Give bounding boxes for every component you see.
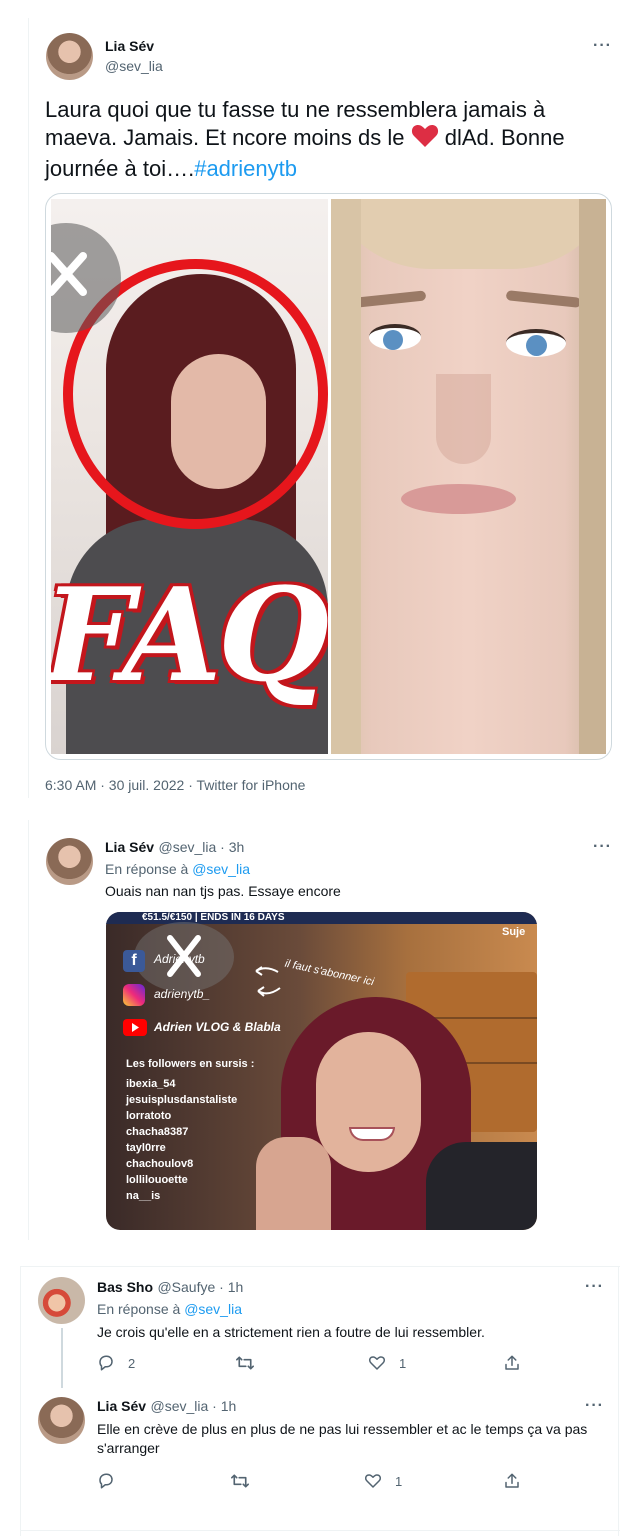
tweet-media[interactable]: FAQ [45,193,612,760]
hair-right [579,199,606,754]
followers-title: Les followers en sursis : [126,1058,255,1070]
lips [401,484,516,514]
eye-right [506,329,566,357]
author-name[interactable]: Lia Sév [105,839,154,855]
reply-text: Je crois qu'elle en a strictement rien a… [97,1324,485,1340]
author-handle-time[interactable]: @sev_lia · 3h [158,839,244,855]
eyebrow-right [505,290,582,308]
person-mouth [349,1127,395,1141]
thread-box-top [20,1266,620,1267]
more-options-icon[interactable]: ··· [593,37,612,55]
reply1-media[interactable]: €51.5/€150 | ENDS IN 16 DAYS Suje f Adri… [106,912,537,1230]
close-circle-icon [51,223,121,333]
follower-item: lorratoto [126,1110,172,1122]
reply-to-link[interactable]: @sev_lia [184,1301,242,1317]
retweet-icon [236,1356,254,1370]
person-shirt [426,1142,537,1230]
author-name[interactable]: Lia Sév [105,38,154,54]
facebook-icon: f [123,950,145,972]
reply-button[interactable] [97,1472,115,1490]
like-count: 1 [395,1473,403,1489]
thread-connector-line [61,1328,63,1388]
reply-context: En réponse à @sev_lia [105,861,250,877]
reply-to-link[interactable]: @sev_lia [192,861,250,877]
instagram-handle: adrienytb_ [154,987,211,1001]
reply-context: En réponse à @sev_lia [97,1301,242,1317]
thread-box-right [618,1266,619,1536]
follower-item: lollilouoette [126,1174,188,1186]
share-icon [505,1473,519,1488]
reply-icon [99,1355,113,1371]
arrow-icon [254,964,280,983]
avatar[interactable] [46,838,93,885]
hashtag-link[interactable]: #adrienytb [194,156,297,181]
avatar[interactable] [46,33,93,80]
reply-prefix: En réponse à [105,861,189,877]
follower-item: jesuisplusdanstaliste [126,1094,238,1106]
like-button[interactable]: 1 [364,1472,402,1490]
eye-left [369,324,421,350]
instagram-icon [123,984,145,1006]
heart-emoji-icon [411,124,439,155]
author-name[interactable]: Lia Sév [97,1398,146,1414]
reply-button[interactable]: 2 [97,1354,135,1372]
heart-icon [368,1356,386,1370]
retweet-icon [231,1474,249,1488]
facebook-handle: Adrienytb [154,952,205,966]
retweet-button[interactable] [235,1354,255,1372]
reply-text: Ouais nan nan tjs pas. Essaye encore [105,883,341,899]
thread-box-left [20,1266,21,1536]
share-icon [505,1355,519,1370]
reply-prefix: En réponse à [97,1301,181,1317]
follower-item: chacha8387 [126,1126,189,1138]
avatar[interactable] [38,1397,85,1444]
reply1-header: Lia Sév @sev_lia · 3h [105,839,244,857]
reply-text: Elle en crève de plus en plus de ne pas … [97,1421,588,1456]
nose [436,374,491,464]
follower-item: na__is [126,1190,161,1202]
faq-overlay-text: FAQ [51,561,328,711]
media-image-left[interactable]: FAQ [51,199,328,754]
author-handle-time[interactable]: @Saufye · 1h [157,1279,243,1295]
author-handle-time[interactable]: @sev_lia · 1h [150,1398,236,1414]
author-handle[interactable]: @sev_lia [105,58,163,74]
more-options-icon[interactable]: ··· [593,838,612,856]
arrow-icon [256,985,282,1004]
author-name[interactable]: Bas Sho [97,1279,153,1295]
reply1-left-border [28,820,29,1240]
youtube-label: Adrien VLOG & Blabla [154,1020,281,1034]
hair-top [331,199,606,269]
youtube-icon [123,1019,147,1036]
follower-item: ibexia_54 [126,1078,176,1090]
heart-icon [364,1474,382,1488]
left-border [28,18,29,798]
share-button[interactable] [503,1354,521,1372]
reply2-header: Bas Sho @Saufye · 1h [97,1279,243,1297]
reply-icon [99,1473,113,1489]
hair-left [331,199,361,754]
retweet-button[interactable] [230,1472,250,1490]
media-image-right[interactable] [331,199,606,754]
like-button[interactable]: 1 [368,1354,406,1372]
like-count: 1 [399,1355,407,1371]
follower-item: chachoulov8 [126,1158,194,1170]
follower-item: tayl0rre [126,1142,166,1154]
more-options-icon[interactable]: ··· [585,1397,604,1415]
more-options-icon[interactable]: ··· [585,1278,604,1296]
reply-count: 2 [128,1355,136,1371]
tweet-text: Laura quoi que tu fasse tu ne ressembler… [45,96,610,183]
handwritten-note: il faut s'abonner ici [283,957,376,989]
person-face [316,1032,421,1172]
avatar[interactable] [38,1277,85,1324]
eyebrow-left [355,290,427,308]
corner-text: Suje [502,926,526,938]
share-button[interactable] [503,1472,521,1490]
followers-list: ibexia_54 jesuisplusdanstaliste lorratot… [126,1076,237,1204]
reply3-header: Lia Sév @sev_lia · 1h [97,1398,236,1416]
thread-bottom-divider [20,1530,620,1531]
person-hand [256,1137,331,1230]
tweet-timestamp[interactable]: 6:30 AM · 30 juil. 2022 · Twitter for iP… [45,777,305,793]
